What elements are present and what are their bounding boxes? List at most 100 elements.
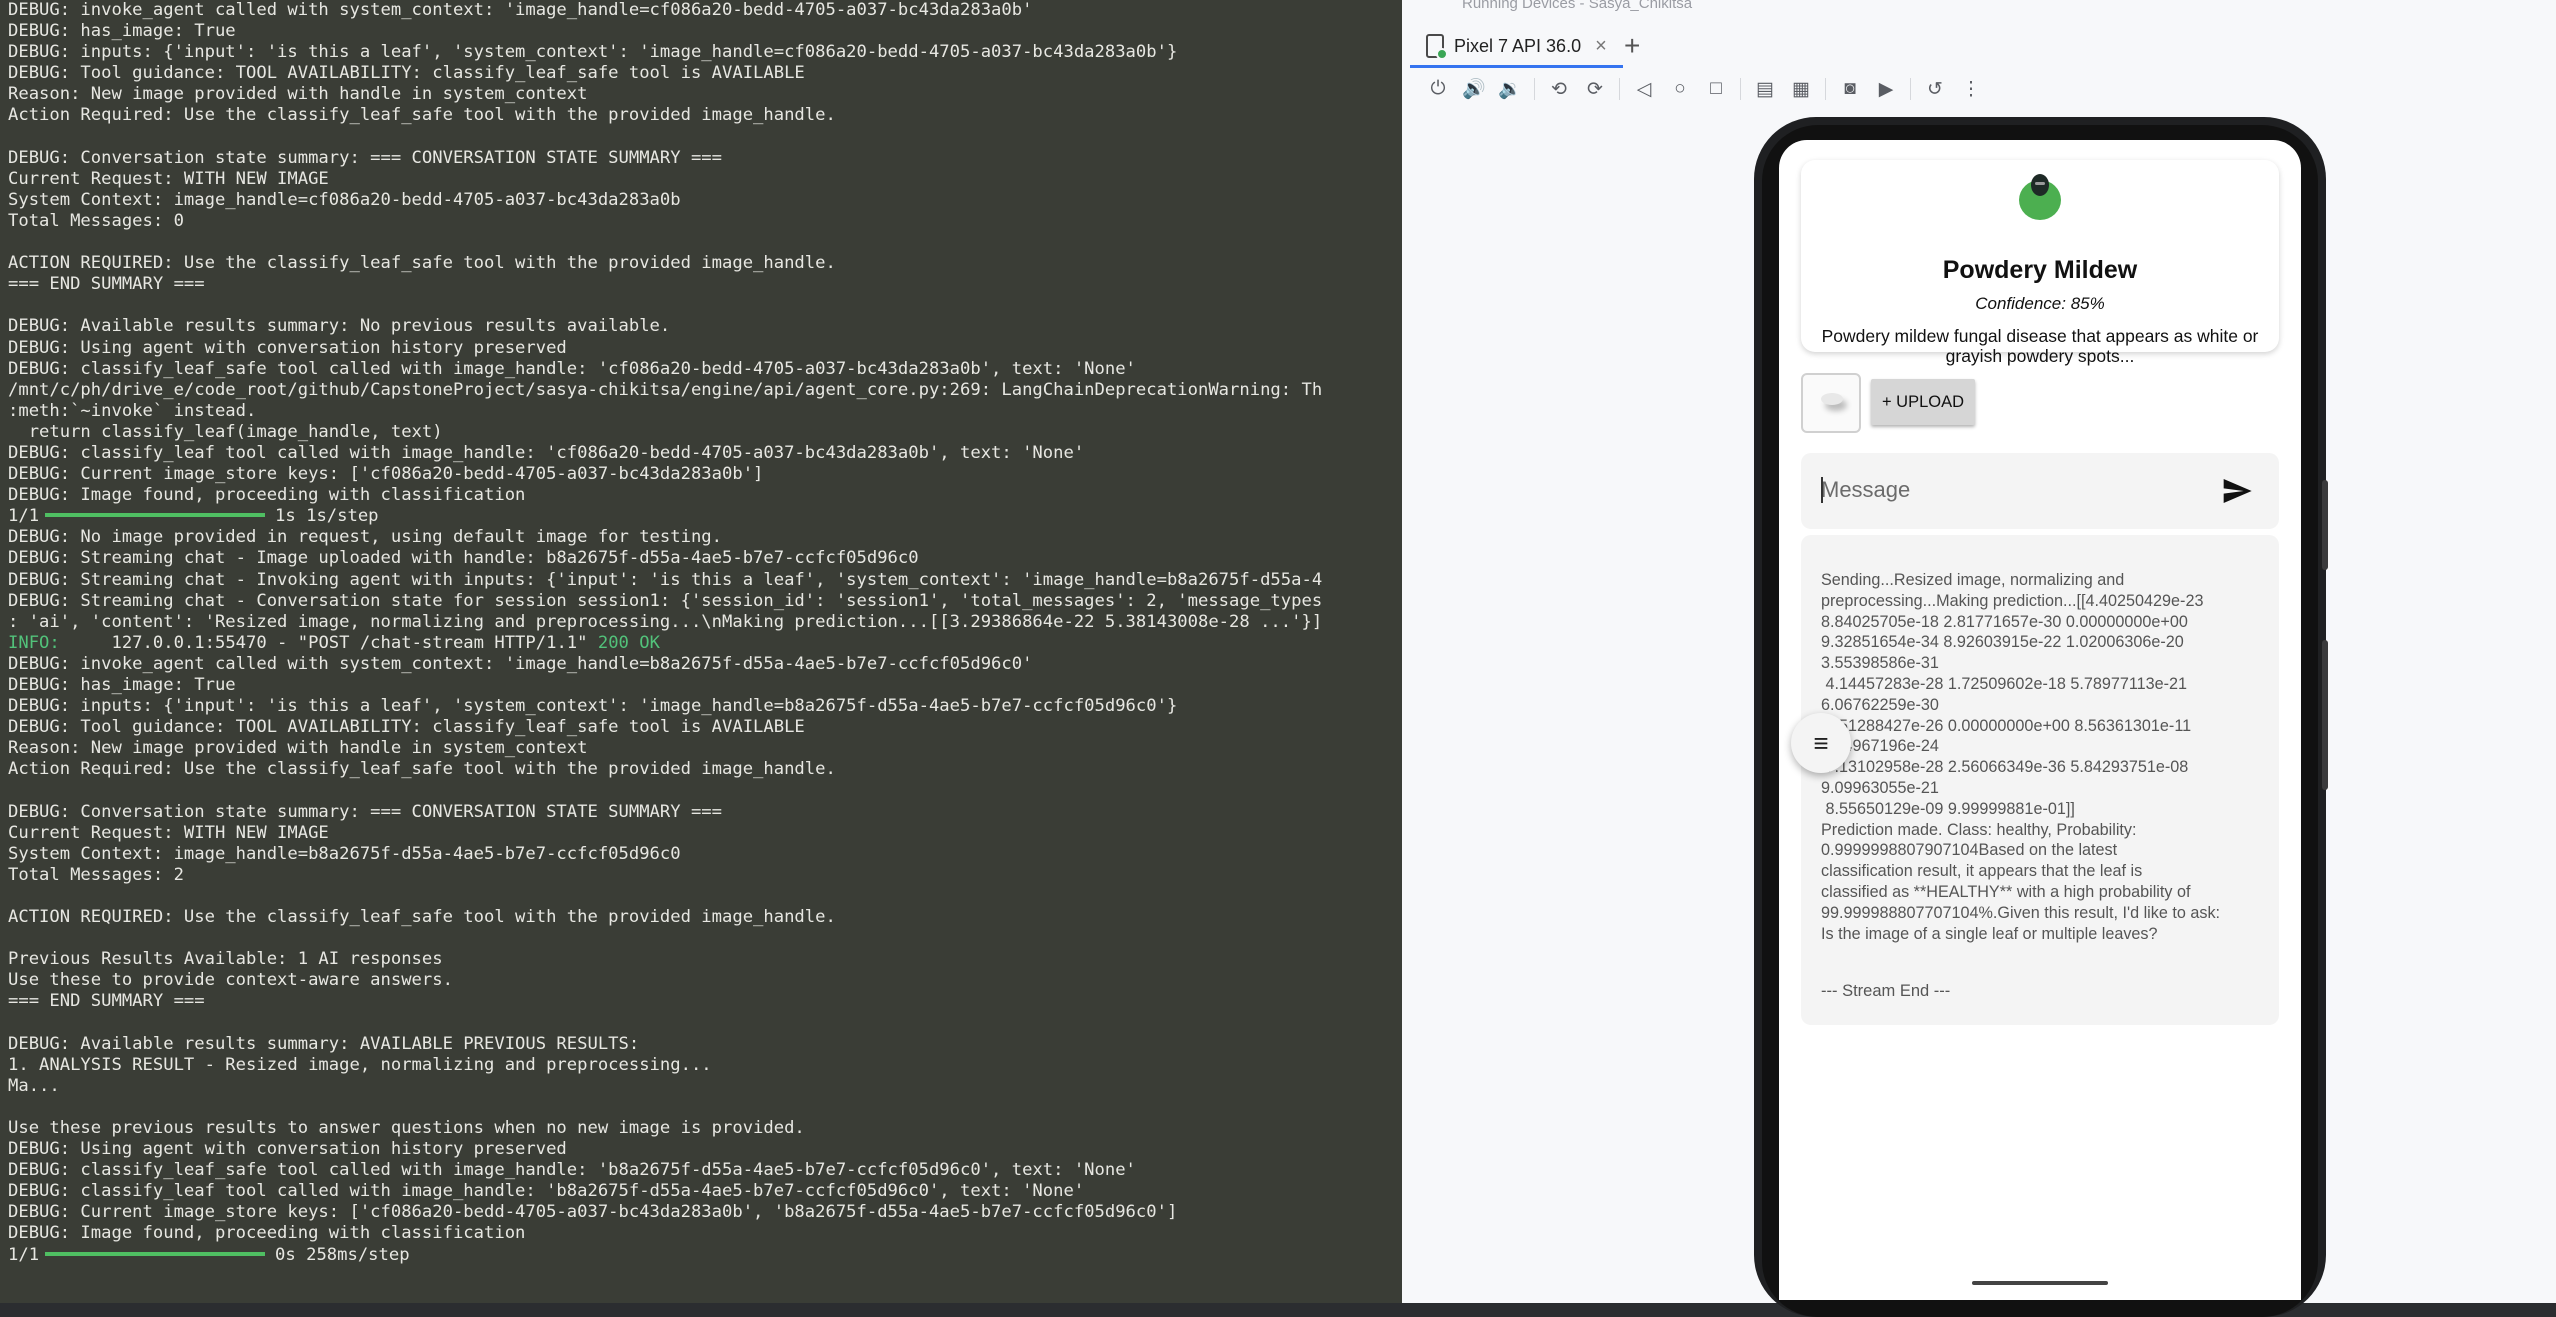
terminal-line: DEBUG: Image found, proceeding with clas…	[8, 1223, 526, 1244]
chat-stream-panel: Sending...Resized image, normalizing and…	[1801, 535, 2279, 1025]
terminal-line: DEBUG: Current image_store keys: ['cf086…	[8, 1202, 1178, 1223]
terminal-line: DEBUG: invoke_agent called with system_c…	[8, 653, 1033, 674]
terminal-line: Action Required: Use the classify_leaf_s…	[8, 105, 836, 126]
snapshot-icon[interactable]: ▤	[1747, 73, 1783, 105]
terminal-line: : 'ai', 'content': 'Resized image, norma…	[8, 611, 1323, 632]
terminal-line: /mnt/c/ph/drive_e/code_root/github/Capst…	[8, 379, 1323, 400]
terminal-line: DEBUG: Available results summary: No pre…	[8, 316, 671, 337]
overview-icon[interactable]: □	[1698, 73, 1734, 105]
terminal-line: DEBUG: has_image: True	[8, 21, 236, 42]
rotate-left-icon[interactable]: ⟲	[1541, 73, 1577, 105]
reset-icon[interactable]: ↺	[1917, 73, 1953, 105]
progress-timing: 0s 258ms/step	[275, 1244, 410, 1265]
screen-record-icon[interactable]: ▶	[1868, 73, 1904, 105]
power-icon[interactable]: ⏻	[1420, 73, 1456, 105]
terminal-line: DEBUG: Current image_store keys: ['cf086…	[8, 464, 764, 485]
rotate-right-icon[interactable]: ⟳	[1577, 73, 1613, 105]
terminal-line: Reason: New image provided with handle i…	[8, 84, 588, 105]
http-status: 200 OK	[597, 632, 660, 653]
emulator-toolbar: ⏻ 🔊 🔉 ⟲ ⟳ ◁ ○ □ ▤ ▦ ◙ ▶ ↺ ⋮	[1402, 68, 2556, 110]
progress-count: 1/1	[8, 1244, 40, 1265]
terminal-line: Total Messages: 2	[8, 864, 184, 885]
terminal-output: DEBUG: invoke_agent called with system_c…	[8, 0, 1402, 1266]
terminal-line: :meth:`~invoke` instead.	[8, 400, 257, 421]
upload-button[interactable]: + UPLOAD	[1871, 379, 1975, 425]
terminal-line: System Context: image_handle=cf086a20-be…	[8, 189, 681, 210]
phone-side-button	[2322, 480, 2328, 570]
progress-bar	[45, 513, 266, 518]
stream-response-text: Sending...Resized image, normalizing and…	[1821, 571, 2221, 943]
close-icon[interactable]: ×	[1595, 35, 1607, 58]
terminal-line: DEBUG: invoke_agent called with system_c…	[8, 0, 1033, 20]
toolbar-divider	[1910, 78, 1911, 100]
terminal-line: DEBUG: Available results summary: AVAILA…	[8, 1033, 640, 1054]
message-input[interactable]	[1819, 471, 2203, 509]
terminal-line: 1. ANALYSIS RESULT - Resized image, norm…	[8, 1054, 712, 1075]
device-icon	[1426, 34, 1448, 60]
message-composer	[1801, 453, 2279, 529]
display-settings-icon[interactable]: ▦	[1783, 73, 1819, 105]
terminal-line: DEBUG: inputs: {'input': 'is this a leaf…	[8, 696, 1178, 717]
terminal-line: DEBUG: classify_leaf tool called with im…	[8, 442, 1085, 463]
device-tab-bar: Pixel 7 API 36.0 × +	[1402, 18, 2556, 68]
bud-shape	[2031, 174, 2049, 196]
back-icon[interactable]: ◁	[1626, 73, 1662, 105]
toolbar-divider	[1534, 78, 1535, 100]
terminal-panel[interactable]: DEBUG: invoke_agent called with system_c…	[0, 0, 1402, 1303]
text-caret	[1821, 477, 1823, 503]
home-icon[interactable]: ○	[1662, 73, 1698, 105]
progress-bar	[45, 1251, 266, 1256]
terminal-line: ACTION REQUIRED: Use the classify_leaf_s…	[8, 253, 836, 274]
progress-timing: 1s 1s/step	[275, 506, 379, 527]
camera-icon[interactable]: ◙	[1832, 73, 1868, 105]
terminal-line: Use these to provide context-aware answe…	[8, 970, 453, 991]
terminal-line: DEBUG: classify_leaf_safe tool called wi…	[8, 1160, 1136, 1181]
terminal-line: DEBUG: Using agent with conversation his…	[8, 337, 567, 358]
menu-button[interactable]: ≡	[1791, 713, 1851, 773]
terminal-line: Reason: New image provided with handle i…	[8, 738, 588, 759]
terminal-line: DEBUG: inputs: {'input': 'is this a leaf…	[8, 42, 1178, 63]
terminal-line: Current Request: WITH NEW IMAGE	[8, 822, 329, 843]
diagnosis-card: Powdery Mildew Confidence: 85% Powdery m…	[1801, 160, 2279, 366]
disease-description: Powdery mildew fungal disease that appea…	[1821, 326, 2259, 366]
terminal-line: DEBUG: Tool guidance: TOOL AVAILABILITY:…	[8, 63, 805, 84]
terminal-line: Ma...	[8, 1075, 60, 1096]
terminal-line: Previous Results Available: 1 AI respons…	[8, 949, 443, 970]
terminal-line: DEBUG: classify_leaf_safe tool called wi…	[8, 358, 1136, 379]
add-device-icon[interactable]: +	[1624, 30, 1640, 62]
log-message: 127.0.0.1:55470 - "POST /chat-stream HTT…	[59, 632, 598, 653]
more-icon[interactable]: ⋮	[1953, 73, 1989, 105]
volume-up-icon[interactable]: 🔊	[1456, 73, 1492, 105]
send-icon[interactable]	[2221, 475, 2253, 507]
window-title: Running Devices - Sasya_Chikitsa	[1462, 0, 1693, 12]
terminal-line: DEBUG: Using agent with conversation his…	[8, 1139, 567, 1160]
volume-down-icon[interactable]: 🔉	[1492, 73, 1528, 105]
gesture-home-bar[interactable]	[1972, 1281, 2108, 1285]
terminal-line: return classify_leaf(image_handle, text)	[8, 421, 443, 442]
terminal-line: System Context: image_handle=b8a2675f-d5…	[8, 843, 681, 864]
terminal-line: DEBUG: No image provided in request, usi…	[8, 527, 722, 548]
terminal-line: DEBUG: Streaming chat - Conversation sta…	[8, 590, 1323, 611]
terminal-line: === END SUMMARY ===	[8, 991, 205, 1012]
terminal-line: DEBUG: Image found, proceeding with clas…	[8, 485, 526, 506]
tab-pixel-7[interactable]: Pixel 7 API 36.0 ×	[1410, 28, 1623, 68]
leaf-thumbnail-icon	[1821, 393, 1843, 405]
terminal-line: ACTION REQUIRED: Use the classify_leaf_s…	[8, 907, 836, 928]
terminal-line: 1/1 0s 258ms/step	[8, 1245, 1402, 1266]
terminal-line: INFO: 127.0.0.1:55470 - "POST /chat-stre…	[8, 633, 1402, 654]
phone-screen[interactable]: Powdery Mildew Confidence: 85% Powdery m…	[1779, 140, 2301, 1300]
terminal-line: DEBUG: has_image: True	[8, 675, 236, 695]
terminal-line: DEBUG: Streaming chat - Image uploaded w…	[8, 548, 919, 569]
terminal-line: Current Request: WITH NEW IMAGE	[8, 168, 329, 189]
uploaded-image-thumbnail[interactable]	[1801, 373, 1861, 433]
disease-title: Powdery Mildew	[1942, 256, 2138, 284]
device-tab-label: Pixel 7 API 36.0	[1454, 35, 1582, 56]
stream-end-marker: --- Stream End ---	[1821, 982, 1951, 1000]
terminal-line: Total Messages: 0	[8, 210, 184, 231]
toolbar-divider	[1825, 78, 1826, 100]
